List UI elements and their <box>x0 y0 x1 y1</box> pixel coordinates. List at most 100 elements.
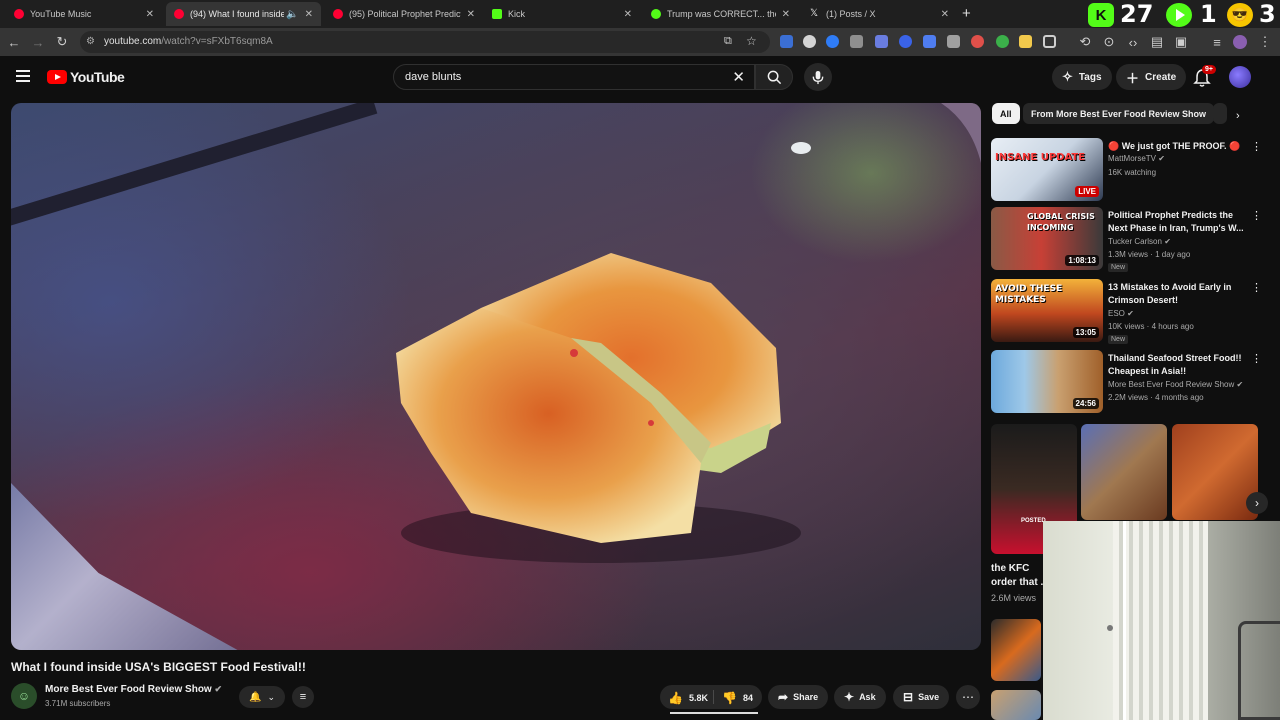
kick-logo-icon: K <box>1088 3 1114 27</box>
recommendation-channel: More Best Ever Food Review Show ✔ <box>1108 380 1244 389</box>
extension-icon[interactable] <box>850 35 863 48</box>
site-info-icon[interactable]: ⚙ <box>86 36 95 47</box>
extension-icon[interactable] <box>780 35 793 48</box>
video-thumbnail[interactable]: GLOBAL CRISIS INCOMING 1:08:13 <box>991 207 1103 270</box>
share-button[interactable]: ➦ Share <box>768 685 829 709</box>
recommendation-item[interactable]: 24:56 Thailand Seafood Street Food!! Che… <box>991 350 1271 414</box>
extension-icon[interactable] <box>971 35 984 48</box>
clear-search-icon[interactable]: ✕ <box>732 68 745 86</box>
search-input[interactable]: dave blunts ✕ <box>393 64 755 90</box>
voice-search-button[interactable] <box>804 63 832 91</box>
extension-icon[interactable] <box>947 35 960 48</box>
extension-icon[interactable] <box>875 35 888 48</box>
browser-tab-current-video[interactable]: (94) What I found inside US 🔈 ✕ <box>166 2 321 26</box>
history-icon[interactable]: ⟲ <box>1076 33 1094 51</box>
short-views: 2.6M views <box>991 593 1037 603</box>
speaker-icon[interactable]: 🔈 <box>286 9 298 20</box>
close-icon[interactable]: ✕ <box>146 9 154 20</box>
browser-menu-icon[interactable]: ⋮ <box>1256 33 1274 51</box>
bookmark-star-icon[interactable]: ☆ <box>746 34 757 48</box>
ask-label: Ask <box>859 692 876 702</box>
install-app-icon[interactable]: ⧉ <box>724 35 732 48</box>
thumbnail-caption: AVOID THESE MISTAKES <box>995 284 1063 305</box>
browser-tab-x-posts[interactable]: 𝕏 (1) Posts / X ✕ <box>802 2 957 26</box>
reload-icon[interactable]: ↻ <box>53 33 71 51</box>
video-player[interactable] <box>11 103 981 650</box>
puzzle-extensions-icon[interactable] <box>1043 35 1056 48</box>
recommendation-item[interactable]: GLOBAL CRISIS INCOMING 1:08:13 Political… <box>991 207 1271 272</box>
tab-label: YouTube Music <box>30 9 92 19</box>
tab-search-icon[interactable]: ▣ <box>1172 33 1190 51</box>
recommendation-item[interactable]: INSANE UPDATE LIVE 🔴 We just got THE PRO… <box>991 138 1271 202</box>
extension-icon[interactable] <box>996 35 1009 48</box>
close-icon[interactable]: ✕ <box>624 9 632 20</box>
channel-avatar[interactable]: ☺ <box>11 683 37 709</box>
channel-name[interactable]: More Best Ever Food Review Show ✔ <box>45 684 222 695</box>
browser-tab-trump-kick[interactable]: Trump was CORRECT... the E ✕ <box>643 2 798 26</box>
chevron-right-icon[interactable]: › <box>1236 110 1240 122</box>
short-thumbnail[interactable] <box>1172 424 1258 520</box>
video-thumbnail[interactable]: 24:56 <box>991 350 1103 413</box>
short-thumbnail[interactable] <box>1081 424 1167 520</box>
chip-next-partial[interactable] <box>1213 103 1227 124</box>
verified-check-icon: ✔ <box>1236 380 1244 389</box>
account-avatar[interactable] <box>1229 66 1251 88</box>
magic-wand-icon: ✧ <box>1062 69 1073 84</box>
recommendation-meta: 16K watching <box>1108 168 1157 177</box>
subscription-notifications-button[interactable]: 🔔 ⌄ <box>239 686 285 708</box>
short-title[interactable]: the KFC order that ... <box>991 562 1049 590</box>
extension-icon[interactable] <box>803 35 816 48</box>
extension-icon[interactable] <box>826 35 839 48</box>
chip-from-channel[interactable]: From More Best Ever Food Review Show <box>1023 103 1215 124</box>
webcam-overlay <box>1043 521 1280 720</box>
youtube-music-favicon-icon <box>14 9 24 19</box>
new-tab-plus-icon[interactable]: + <box>962 5 971 22</box>
devtools-code-icon[interactable]: ‹› <box>1124 33 1142 51</box>
video-thumbnail[interactable] <box>991 690 1041 720</box>
chip-all[interactable]: All <box>992 103 1020 124</box>
extension-icon[interactable] <box>899 35 912 48</box>
save-button[interactable]: ⊟ Save <box>893 685 950 709</box>
browser-tab-youtube-music[interactable]: YouTube Music ✕ <box>6 2 162 26</box>
logo-wordmark: YouTube <box>70 69 125 85</box>
ask-button[interactable]: ✦ Ask <box>834 685 886 709</box>
search-button[interactable] <box>755 64 793 90</box>
more-vertical-icon[interactable]: ⋮ <box>1251 209 1262 222</box>
close-icon[interactable]: ✕ <box>305 9 313 20</box>
tab-label: (95) Political Prophet Predicts tl <box>349 9 461 19</box>
more-vertical-icon[interactable]: ⋮ <box>1251 281 1262 294</box>
dislike-button[interactable]: 👎 84 <box>722 691 753 705</box>
extension-icon[interactable] <box>1019 35 1032 48</box>
back-arrow-icon[interactable]: ← <box>5 33 23 51</box>
shorts-next-button[interactable]: › <box>1246 492 1268 514</box>
tags-button[interactable]: ✧ Tags <box>1052 64 1112 90</box>
like-button[interactable]: 👍 5.8K <box>668 691 708 705</box>
video-thumbnail[interactable]: AVOID THESE MISTAKES 13:05 <box>991 279 1103 342</box>
microphone-icon <box>812 70 824 84</box>
extension-icon[interactable] <box>923 35 936 48</box>
reading-list-icon[interactable]: ▤ <box>1148 33 1166 51</box>
media-controls-icon[interactable]: ≡ <box>1208 33 1226 51</box>
add-to-playlist-button[interactable]: ≡ <box>292 686 314 708</box>
close-icon[interactable]: ✕ <box>941 9 949 20</box>
browser-tab-political-prophet[interactable]: (95) Political Prophet Predicts tl ✕ <box>325 2 483 26</box>
verified-check-icon: ✔ <box>1127 309 1134 318</box>
kick-live-favicon-icon <box>651 9 661 19</box>
more-vertical-icon[interactable]: ⋮ <box>1251 140 1262 153</box>
create-button[interactable]: ＋ Create <box>1116 64 1187 90</box>
recommendation-item[interactable]: AVOID THESE MISTAKES 13:05 13 Mistakes t… <box>991 279 1271 344</box>
more-actions-button[interactable]: ⋯ <box>956 685 980 709</box>
more-vertical-icon[interactable]: ⋮ <box>1251 352 1262 365</box>
browser-tab-kick[interactable]: Kick ✕ <box>484 2 640 26</box>
address-bar[interactable]: ⚙ youtube.com/watch?v=sFXbT6sqm8A ⧉ ☆ <box>80 31 770 53</box>
profile-avatar[interactable] <box>1233 35 1247 49</box>
youtube-logo[interactable]: YouTube <box>47 69 125 85</box>
video-thumbnail[interactable] <box>991 619 1041 681</box>
forward-arrow-icon[interactable]: → <box>29 33 47 51</box>
hamburger-menu-icon[interactable] <box>16 70 30 82</box>
video-thumbnail[interactable]: INSANE UPDATE LIVE <box>991 138 1103 201</box>
close-icon[interactable]: ✕ <box>467 9 475 20</box>
lens-icon[interactable]: ⊙ <box>1100 33 1118 51</box>
recommendation-title: Thailand Seafood Street Food!! Cheapest … <box>1108 353 1242 376</box>
close-icon[interactable]: ✕ <box>782 9 790 20</box>
